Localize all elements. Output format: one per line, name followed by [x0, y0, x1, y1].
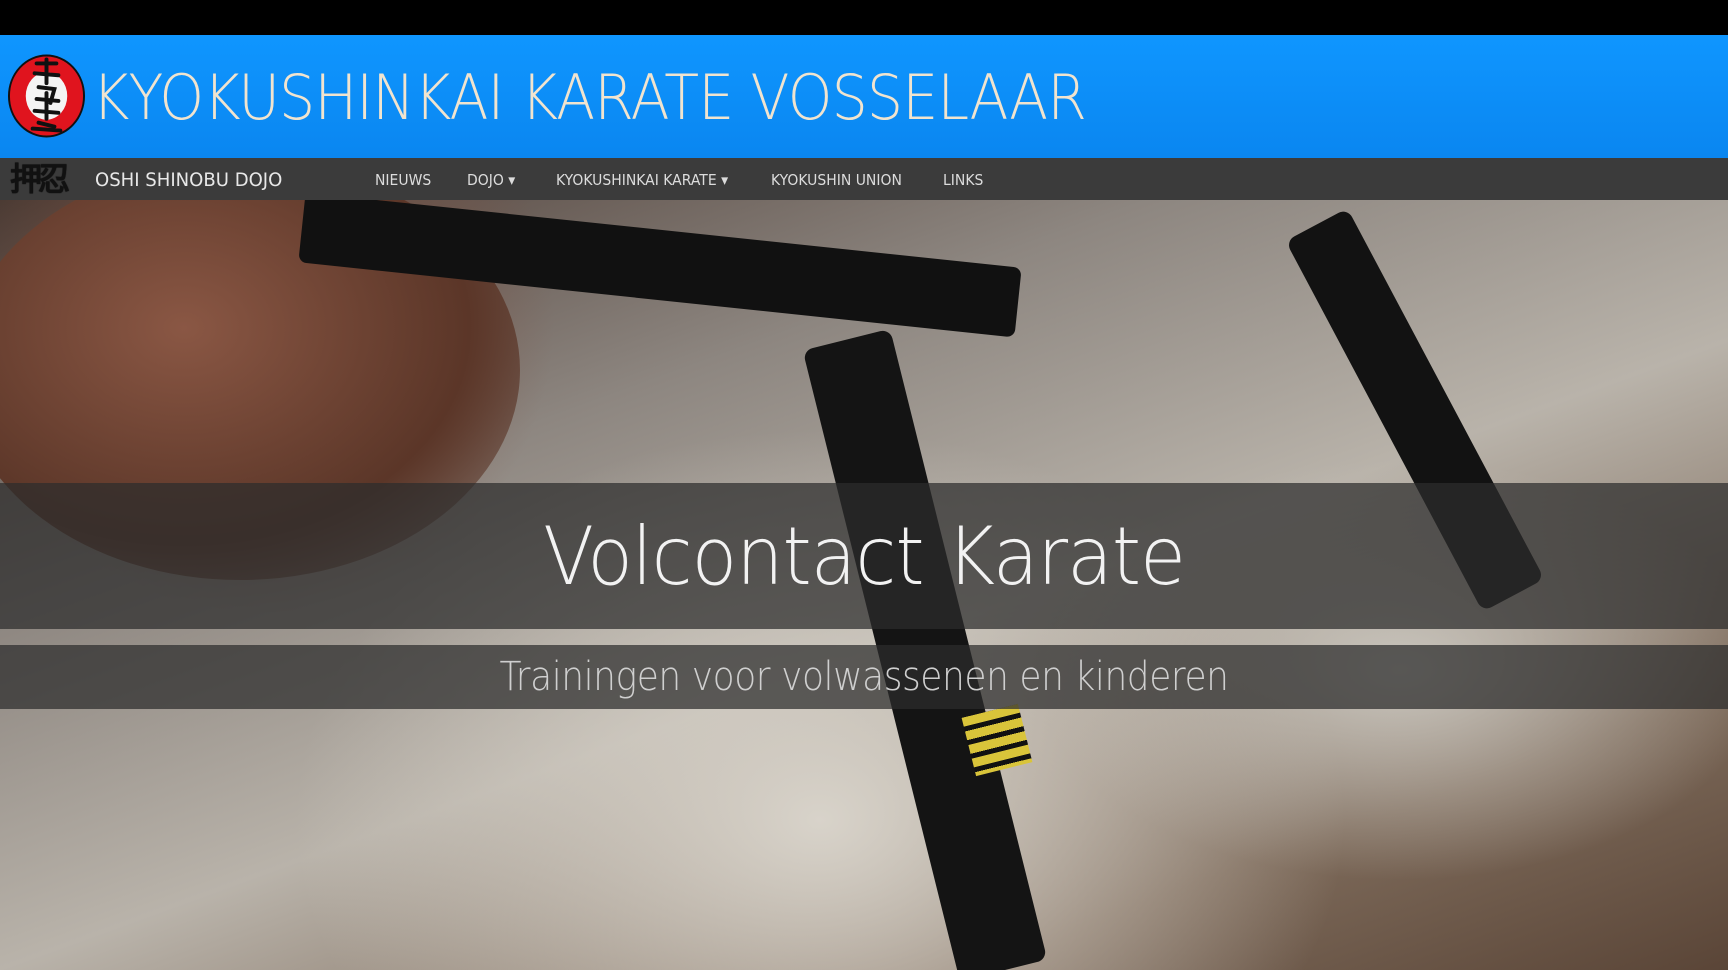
site-header: KYOKUSHINKAI KARATE VOSSELAAR — [0, 35, 1728, 158]
hero-subtitle-band: Trainingen voor volwassenen en kinderen — [0, 645, 1728, 709]
kyokushin-kanku-logo-icon[interactable] — [7, 53, 86, 139]
hero-subtitle: Trainingen voor volwassenen en kinderen — [499, 654, 1229, 700]
nav-item-nieuws[interactable]: NIEUWS — [375, 171, 431, 189]
hero-title: Volcontact Karate — [543, 509, 1186, 603]
nav-item-kyokushinkai-karate[interactable]: KYOKUSHINKAI KARATE ▾ — [556, 171, 728, 189]
oshi-kanji-logo[interactable]: 押忍 — [10, 160, 80, 198]
nav-item-dojo[interactable]: DOJO ▾ — [467, 171, 515, 189]
nav-item-kyokushin-union[interactable]: KYOKUSHIN UNION — [771, 171, 902, 189]
hero-title-band: Volcontact Karate — [0, 483, 1728, 629]
navbar-brand[interactable]: OSHI SHINOBU DOJO — [95, 169, 282, 191]
nav-item-links[interactable]: LINKS — [943, 171, 983, 189]
site-title[interactable]: KYOKUSHINKAI KARATE VOSSELAAR — [92, 61, 1087, 134]
top-black-bar — [0, 0, 1728, 35]
main-navbar: 押忍 OSHI SHINOBU DOJO NIEUWS DOJO ▾ KYOKU… — [0, 158, 1728, 200]
